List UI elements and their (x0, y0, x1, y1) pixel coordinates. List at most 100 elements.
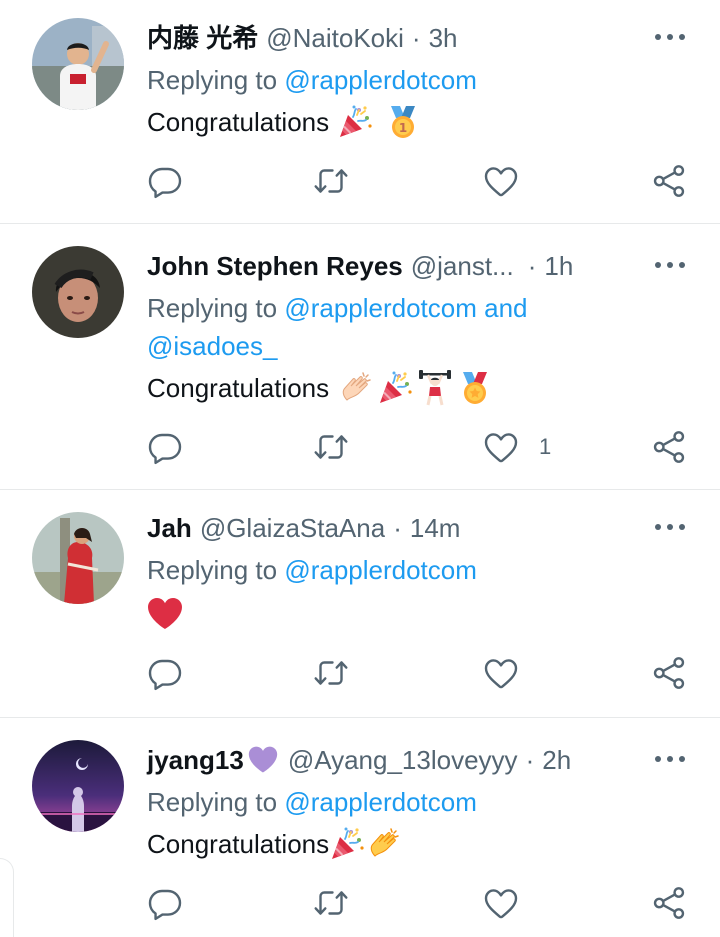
handle[interactable]: @janst... (411, 247, 514, 285)
separator-dot: · (411, 23, 421, 53)
retweet-button[interactable] (313, 653, 349, 693)
tweet-actions (145, 883, 690, 923)
retweet-button[interactable] (313, 883, 349, 923)
avatar[interactable] (32, 740, 124, 832)
like-button[interactable] (483, 653, 519, 693)
heart-icon (483, 655, 519, 691)
heart-icon (483, 163, 519, 199)
heart-icon (483, 429, 519, 465)
mention-link[interactable]: @isadoes_ (147, 331, 277, 361)
tweet-header: Jah @GlaizaStaAna · 14m (147, 509, 630, 547)
share-button[interactable] (651, 161, 687, 201)
retweet-button[interactable] (313, 161, 349, 201)
separator-dot: · (525, 745, 535, 775)
tweet[interactable]: John Stephen Reyes @janst... · 1h Replyi… (0, 224, 720, 490)
reply-icon (147, 655, 183, 691)
reply-icon (147, 163, 183, 199)
share-icon (651, 655, 687, 691)
retweet-icon (313, 885, 349, 921)
tweet-text: Congratulations (147, 824, 660, 864)
timestamp[interactable]: 3h (429, 19, 458, 57)
tweet-header: jyang13 @Ayang_13loveyyy · 2h (147, 741, 630, 779)
party-popper-icon (329, 826, 365, 862)
mention-link[interactable]: @rapplerdotcom (284, 787, 477, 817)
more-options-button[interactable] (650, 22, 690, 52)
party-popper-icon (337, 104, 373, 140)
separator-dot: · (393, 513, 402, 543)
replying-to: Replying to @rapplerdotcom and @isadoes_ (147, 289, 660, 365)
tweet-text: Congratulations (147, 102, 660, 142)
share-button[interactable] (651, 427, 687, 467)
more-options-button[interactable] (650, 512, 690, 542)
red-heart-icon (147, 596, 183, 632)
more-icon (654, 523, 686, 531)
retweet-icon (313, 163, 349, 199)
timestamp[interactable]: 2h (542, 741, 571, 779)
replying-to: Replying to @rapplerdotcom (147, 783, 660, 821)
more-icon (654, 261, 686, 269)
mention-link[interactable]: @rapplerdotcom (284, 555, 477, 585)
handle[interactable]: @Ayang_13loveyyy (288, 741, 518, 779)
retweet-icon (313, 655, 349, 691)
reply-button[interactable] (147, 427, 183, 467)
display-name[interactable]: John Stephen Reyes (147, 247, 403, 285)
share-icon (651, 163, 687, 199)
display-name[interactable]: Jah (147, 509, 192, 547)
more-options-button[interactable] (650, 250, 690, 280)
share-button[interactable] (651, 653, 687, 693)
tweet[interactable]: jyang13 @Ayang_13loveyyy · 2h Replying t… (0, 718, 720, 937)
mention-link[interactable]: @rapplerdotcom (284, 65, 477, 95)
timestamp[interactable]: 1h (544, 247, 573, 285)
replying-to-label: Replying to (147, 65, 278, 95)
sports-medal-icon (457, 370, 493, 406)
reply-button[interactable] (147, 653, 183, 693)
tweet-header: John Stephen Reyes @janst... · 1h (147, 247, 630, 285)
like-button[interactable]: 1 (483, 427, 551, 467)
first-place-medal-icon (385, 104, 421, 140)
timestamp[interactable]: 14m (410, 509, 461, 547)
tweet[interactable]: Jah @GlaizaStaAna · 14m Replying to @rap… (0, 490, 720, 718)
mention-joiner: and (484, 293, 528, 323)
tweet-text (147, 594, 660, 634)
replying-to: Replying to @rapplerdotcom (147, 551, 660, 589)
more-icon (654, 33, 686, 41)
avatar[interactable] (32, 246, 124, 338)
replying-to: Replying to @rapplerdotcom (147, 61, 660, 99)
more-options-button[interactable] (650, 744, 690, 774)
more-icon (654, 755, 686, 763)
retweet-button[interactable] (313, 427, 349, 467)
reply-icon (147, 429, 183, 465)
handle[interactable]: @NaitoKoki (266, 19, 404, 57)
tweet-actions: 1 (145, 427, 690, 467)
mention-link[interactable]: @rapplerdotcom (284, 293, 477, 323)
like-count: 1 (539, 434, 552, 459)
share-icon (651, 429, 687, 465)
tweet-actions (145, 161, 690, 201)
reply-button[interactable] (147, 161, 183, 201)
handle[interactable]: @GlaizaStaAna (200, 509, 385, 547)
tweet-text: Congratulations (147, 368, 660, 408)
like-button[interactable] (483, 161, 519, 201)
replying-to-label: Replying to (147, 787, 278, 817)
avatar[interactable] (32, 512, 124, 604)
tweet[interactable]: 内藤 光希 @NaitoKoki · 3h Replying to @rappl… (0, 0, 720, 224)
party-popper-icon (377, 370, 413, 406)
display-name[interactable]: jyang13 (147, 741, 244, 779)
display-name[interactable]: 内藤 光希 (147, 19, 258, 57)
reply-icon (147, 885, 183, 921)
tweet-text-body: Congratulations (147, 829, 330, 859)
replying-to-label: Replying to (147, 293, 278, 323)
tweet-text-body: Congratulations (147, 107, 330, 137)
clapping-hands-icon (339, 370, 375, 406)
tweet-header: 内藤 光希 @NaitoKoki · 3h (147, 19, 630, 57)
share-icon (651, 885, 687, 921)
replying-to-label: Replying to (147, 555, 278, 585)
separator-dot: · (527, 251, 537, 281)
reply-button[interactable] (147, 883, 183, 923)
like-button[interactable] (483, 883, 519, 923)
purple-heart-icon (246, 745, 280, 775)
heart-icon (483, 885, 519, 921)
clapping-hands-icon (367, 826, 403, 862)
share-button[interactable] (651, 883, 687, 923)
avatar[interactable] (32, 18, 124, 110)
